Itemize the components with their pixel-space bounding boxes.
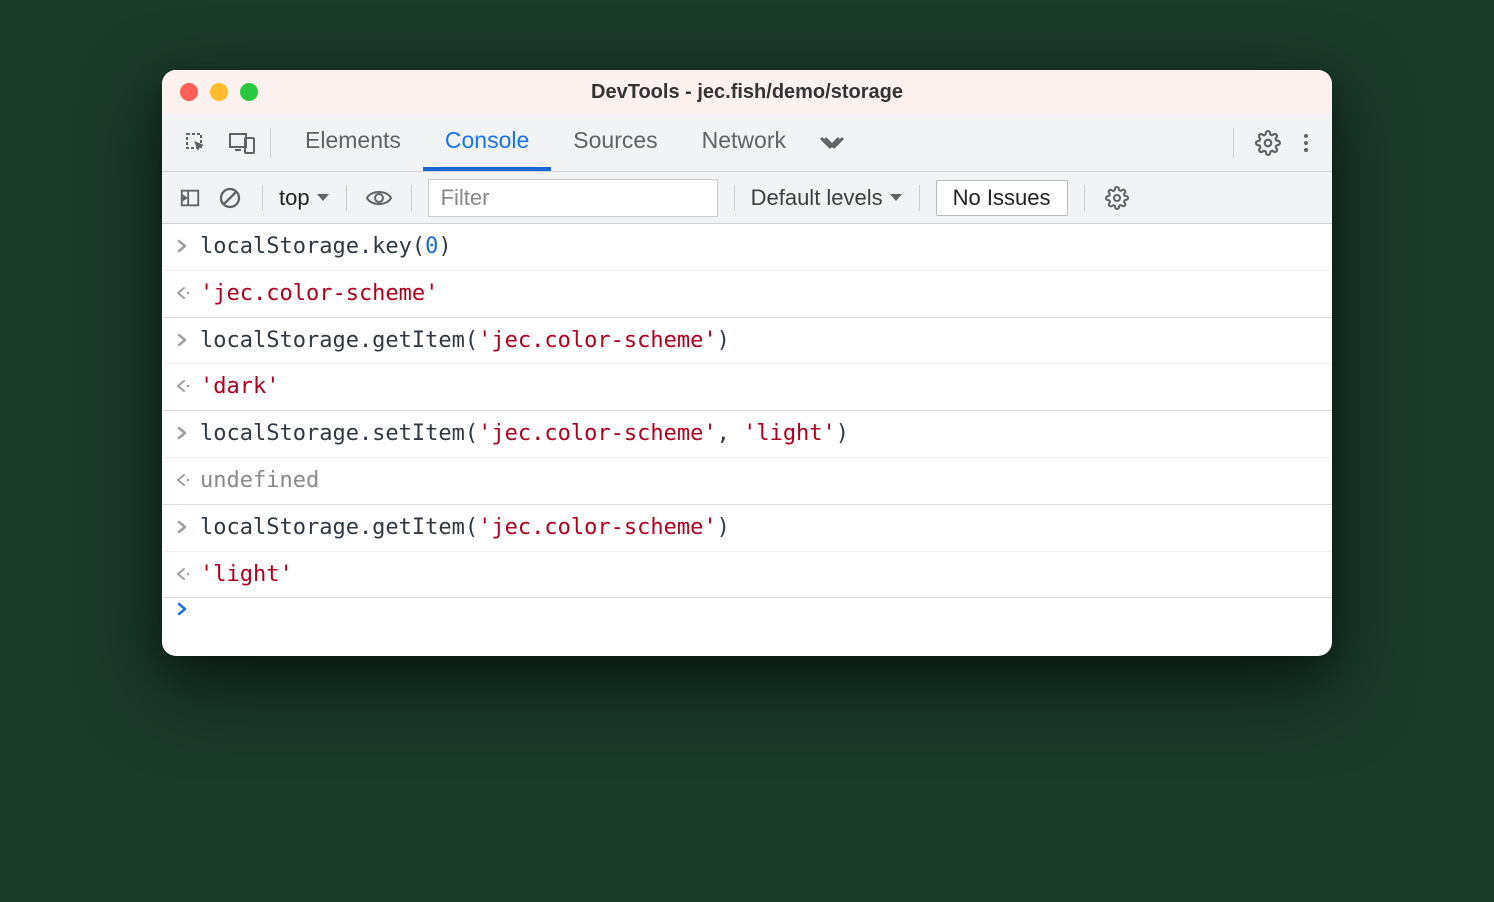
traffic-lights (180, 83, 258, 101)
levels-label: Default levels (751, 185, 883, 211)
tab-network[interactable]: Network (680, 114, 808, 171)
console-output[interactable]: localStorage.key(0) 'jec.color-scheme' loc… (162, 224, 1332, 656)
console-row-prompt[interactable] (162, 598, 1332, 656)
console-row-input: localStorage.key(0) (162, 224, 1332, 271)
console-row-input: localStorage.setItem('jec.color-scheme',… (162, 411, 1332, 458)
divider (734, 185, 735, 211)
divider (270, 128, 271, 158)
filter-input[interactable] (428, 179, 718, 217)
chevron-right-icon (176, 426, 200, 440)
console-row-output: undefined (162, 458, 1332, 505)
console-text: localStorage.getItem('jec.color-scheme') (200, 320, 730, 362)
divider (1084, 185, 1085, 211)
divider (411, 185, 412, 211)
console-row-input: localStorage.getItem('jec.color-scheme') (162, 505, 1332, 552)
tab-sources[interactable]: Sources (551, 114, 679, 171)
tab-console[interactable]: Console (423, 114, 551, 171)
inspect-element-icon[interactable] (180, 127, 212, 159)
console-text: undefined (200, 460, 319, 502)
context-selector[interactable]: top (279, 185, 330, 211)
more-tabs-icon[interactable] (808, 127, 856, 159)
maximize-icon[interactable] (240, 83, 258, 101)
chevron-left-dot-icon (176, 567, 200, 581)
console-text: localStorage.setItem('jec.color-scheme',… (200, 413, 849, 455)
chevron-left-dot-icon (176, 473, 200, 487)
device-toolbar-icon[interactable] (226, 127, 258, 159)
chevron-right-icon (176, 333, 200, 347)
divider (346, 185, 347, 211)
settings-gear-icon[interactable] (1252, 127, 1284, 159)
live-expression-eye-icon[interactable] (363, 182, 395, 214)
console-text: localStorage.key(0) (200, 226, 452, 268)
chevron-left-dot-icon (176, 286, 200, 300)
console-row-input: localStorage.getItem('jec.color-scheme') (162, 318, 1332, 365)
console-toolbar: top Default levels No Issues (162, 172, 1332, 224)
minimize-icon[interactable] (210, 83, 228, 101)
divider (262, 185, 263, 211)
devtools-window: DevTools - jec.fish/demo/storage Element… (162, 70, 1332, 656)
console-text: 'light' (200, 554, 293, 596)
divider (1233, 128, 1234, 158)
chevron-right-icon (176, 239, 200, 253)
console-text: localStorage.getItem('jec.color-scheme') (200, 507, 730, 549)
console-row-output: 'light' (162, 552, 1332, 599)
console-row-output: 'dark' (162, 364, 1332, 411)
tabbar: ElementsConsoleSourcesNetwork (162, 114, 1332, 172)
toggle-sidebar-icon[interactable] (174, 182, 206, 214)
window-title: DevTools - jec.fish/demo/storage (591, 81, 903, 104)
issues-button[interactable]: No Issues (936, 180, 1068, 216)
more-vert-icon[interactable] (1290, 127, 1322, 159)
console-text: 'jec.color-scheme' (200, 273, 438, 315)
titlebar: DevTools - jec.fish/demo/storage (162, 70, 1332, 114)
console-row-output: 'jec.color-scheme' (162, 271, 1332, 318)
log-levels-selector[interactable]: Default levels (751, 185, 903, 211)
close-icon[interactable] (180, 83, 198, 101)
divider (919, 185, 920, 211)
chevron-right-icon (176, 520, 200, 534)
chevron-left-dot-icon (176, 379, 200, 393)
console-text: 'dark' (200, 366, 279, 408)
tabs: ElementsConsoleSourcesNetwork (283, 114, 808, 171)
chevron-right-icon (176, 602, 200, 616)
context-label: top (279, 185, 310, 211)
clear-console-icon[interactable] (214, 182, 246, 214)
tab-elements[interactable]: Elements (283, 114, 423, 171)
console-settings-gear-icon[interactable] (1101, 182, 1133, 214)
